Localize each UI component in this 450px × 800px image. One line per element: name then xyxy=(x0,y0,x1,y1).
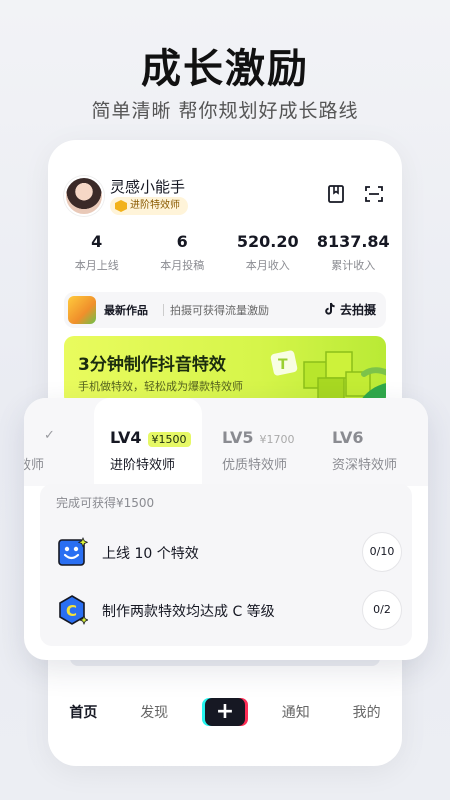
tab-level-name: 资深特效师 xyxy=(332,458,398,473)
latest-work-thumbnail[interactable] xyxy=(68,296,96,324)
tab-level-prev[interactable]: ✓ 效师 xyxy=(24,398,94,486)
level-tabs: ✓ 效师 LV4 ¥1500 进阶特效师 LV5 ¥1700 优质特效师 LV6 资… xyxy=(24,398,428,486)
banner-title: 3分钟制作抖音特效 xyxy=(78,355,226,375)
stat-value: 4 xyxy=(91,232,103,251)
promo-banner[interactable]: 3分钟制作抖音特效 手机做特效，轻松成为爆款特效师 T xyxy=(64,336,386,406)
task-item[interactable]: C 制作两款特效均达成 C 等级 0/2 xyxy=(56,590,402,630)
banner-illustration-icon: T xyxy=(270,350,386,406)
tab-level-label: LV4 ¥1500 xyxy=(110,428,191,447)
plus-icon: + xyxy=(204,698,245,726)
stat-label: 本月投稿 xyxy=(160,259,205,272)
tab-level-name: 效师 xyxy=(24,458,45,473)
stats-row: 4 本月上线 6 本月投稿 520.20 本月收入 8137.84 累计收入 xyxy=(48,232,402,273)
tiktok-icon xyxy=(325,302,335,315)
level-badge[interactable]: 进阶特效师 xyxy=(110,197,188,215)
task-progress-badge: 0/10 xyxy=(362,532,402,572)
hero-title: 成长激励 xyxy=(141,46,309,92)
stat-label: 累计收入 xyxy=(331,259,376,272)
stat-value: 520.20 xyxy=(236,232,299,251)
stat-monthly-submissions[interactable]: 6 本月投稿 xyxy=(140,232,226,273)
stat-monthly-income[interactable]: 520.20 本月收入 xyxy=(225,232,311,273)
nav-home[interactable]: 首页 xyxy=(48,702,119,722)
scan-icon[interactable] xyxy=(364,184,384,204)
stat-monthly-online[interactable]: 4 本月上线 xyxy=(54,232,140,273)
tab-lv: LV4 xyxy=(110,428,142,447)
latest-works-title: 最新作品 xyxy=(104,304,148,317)
go-shoot-button[interactable]: 去拍摄 xyxy=(324,301,376,318)
tab-price: ¥1500 xyxy=(147,432,191,447)
banner-subtitle: 手机做特效，轻松成为爆款特效师 xyxy=(78,380,243,393)
task-text: 上线 10 个特效 xyxy=(102,546,199,562)
nav-me[interactable]: 我的 xyxy=(331,702,402,722)
task-text: 制作两款特效均达成 C 等级 xyxy=(102,604,275,620)
tab-level-label: LV5 ¥1700 xyxy=(222,428,295,447)
stat-value: 6 xyxy=(176,232,188,251)
tab-level-name: 优质特效师 xyxy=(222,458,288,473)
tab-level-lv4[interactable]: LV4 ¥1500 进阶特效师 xyxy=(94,398,202,486)
nav-create[interactable]: + xyxy=(190,698,261,726)
tab-level-lv6[interactable]: LV6 资深特效师 xyxy=(314,398,428,486)
hero-subtitle: 简单清晰 帮你规划好成长路线 xyxy=(91,100,359,122)
latest-works-bar[interactable]: 最新作品 拍摄可获得流量激励 去拍摄 xyxy=(64,292,386,328)
badge-hexagon-icon xyxy=(115,200,127,212)
username: 灵感小能手 xyxy=(110,178,186,196)
tab-lv: LV5 xyxy=(222,428,254,447)
divider xyxy=(163,304,164,316)
tab-level-lv5[interactable]: LV5 ¥1700 优质特效师 xyxy=(204,398,314,486)
stat-label: 本月收入 xyxy=(245,259,290,272)
stat-label: 本月上线 xyxy=(74,259,119,272)
task-panel: 完成可获得¥1500 上线 10 个特效 0/10 C 制作两款特效均达成 C … xyxy=(40,484,412,646)
stat-total-income[interactable]: 8137.84 累计收入 xyxy=(311,232,397,273)
smile-face-icon xyxy=(58,536,88,566)
level-badge-label: 进阶特效师 xyxy=(130,200,180,211)
level-progress-card: ✓ 效师 LV4 ¥1500 进阶特效师 LV5 ¥1700 优质特效师 LV6 资… xyxy=(24,398,428,660)
stat-value: 8137.84 xyxy=(316,232,390,251)
check-icon: ✓ xyxy=(44,428,55,443)
go-shoot-label: 去拍摄 xyxy=(339,303,376,317)
bottom-nav: 首页 发现 + 通知 我的 xyxy=(48,692,402,732)
latest-works-desc: 拍摄可获得流量激励 xyxy=(170,304,269,317)
nav-discover[interactable]: 发现 xyxy=(119,702,190,722)
tab-price: ¥1700 xyxy=(259,433,295,446)
task-progress-badge: 0/2 xyxy=(362,590,402,630)
nav-notifications[interactable]: 通知 xyxy=(260,702,331,722)
svg-text:T: T xyxy=(278,357,288,373)
tab-level-label: LV6 xyxy=(332,428,364,447)
reward-text: 完成可获得¥1500 xyxy=(56,496,155,510)
svg-text:C: C xyxy=(66,602,77,620)
tab-level-name: 进阶特效师 xyxy=(110,458,176,473)
bookmark-icon[interactable] xyxy=(326,184,346,204)
avatar[interactable] xyxy=(64,176,104,216)
grade-c-icon: C xyxy=(59,595,88,626)
task-item[interactable]: 上线 10 个特效 0/10 xyxy=(56,532,402,572)
